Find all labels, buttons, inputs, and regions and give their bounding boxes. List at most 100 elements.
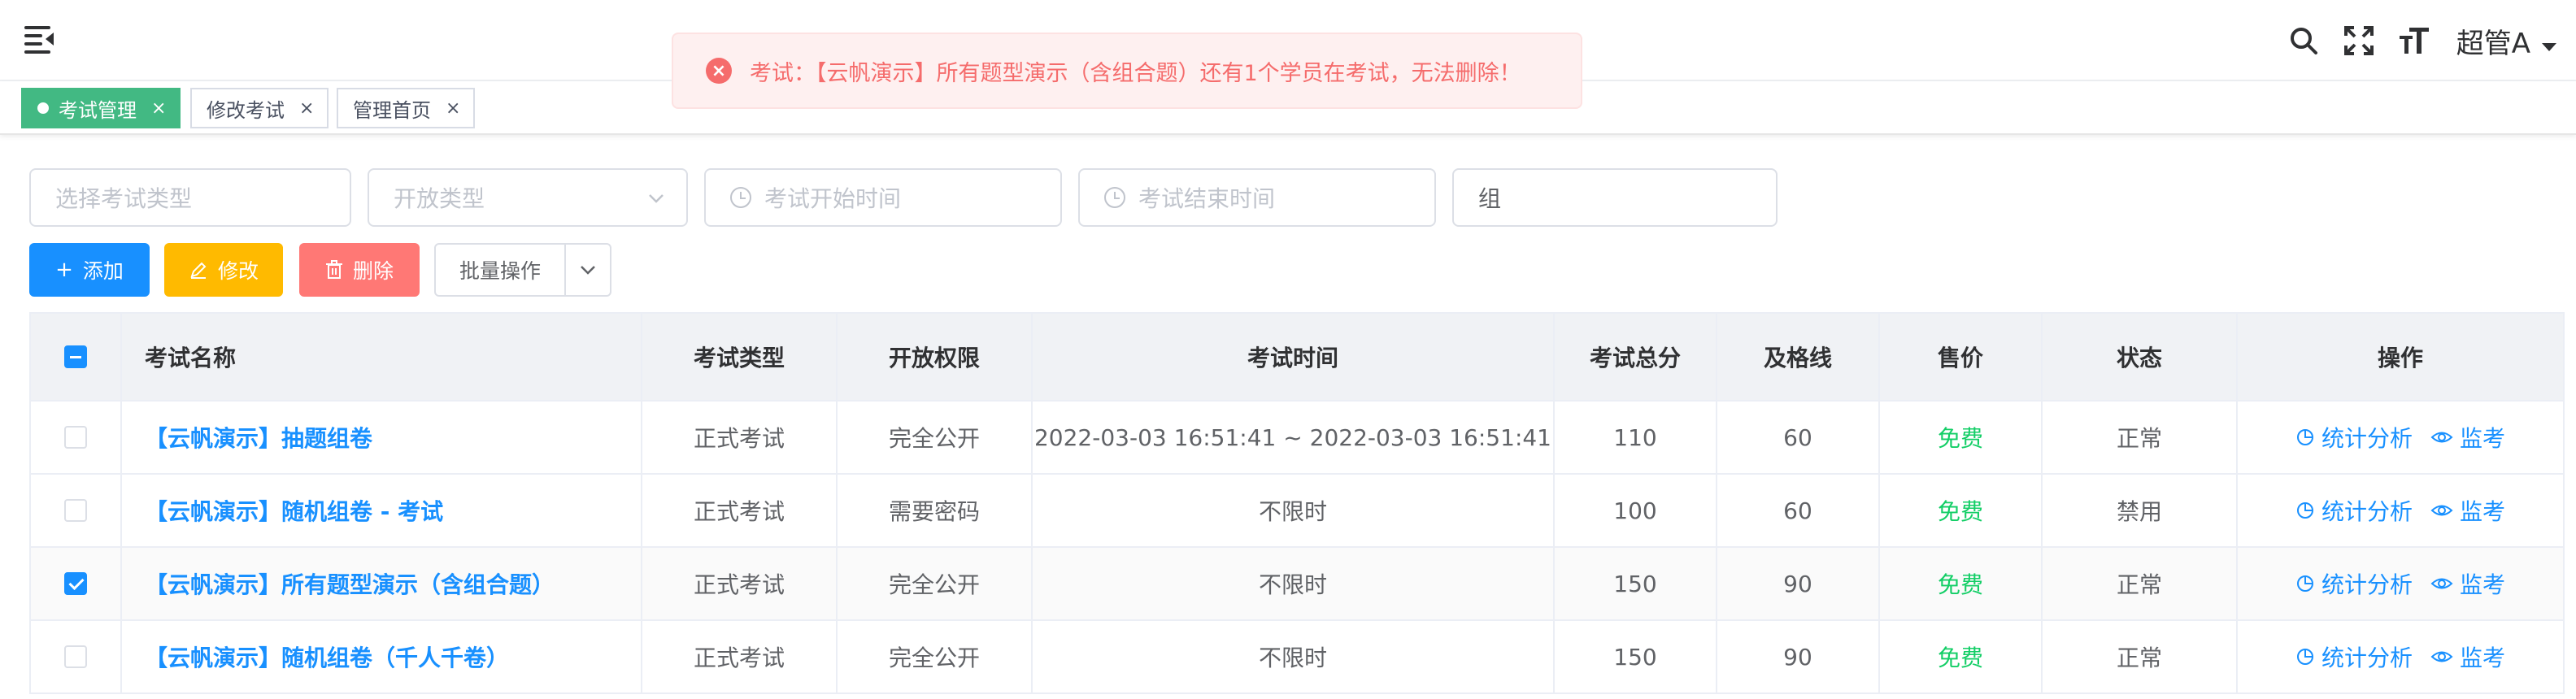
total-score-cell: 150 [1555,548,1717,619]
tag-admin-home[interactable]: 管理首页 × [337,88,476,128]
tag-label: 修改考试 [207,98,285,122]
exam-type-cell: 正式考试 [642,475,838,546]
proctor-button[interactable]: 监考 [2430,494,2505,527]
exam-time-cell: 不限时 [1033,621,1555,692]
caret-down-icon [2542,43,2556,51]
tag-exam-manage[interactable]: 考试管理 × [21,88,181,128]
column-header[interactable]: 考试名称 [122,314,642,400]
status-cell: 正常 [2043,621,2238,692]
end-time-picker[interactable]: 考试结束时间 [1078,168,1436,227]
table-row[interactable]: 【云帆演示】所有题型演示（含组合题） 正式考试 完全公开 不限时 150 90 … [31,548,2563,621]
exam-name-link[interactable]: 【云帆演示】所有题型演示（含组合题） [145,567,555,600]
table-row[interactable]: 【云帆演示】随机组卷 - 考试 正式考试 需要密码 不限时 100 60 免费 … [31,475,2563,548]
row-checkbox[interactable] [64,645,87,668]
table-row[interactable]: 【云帆演示】抽题组卷 正式考试 完全公开 2022-03-03 16:51:41… [31,402,2563,475]
row-checkbox[interactable] [64,499,87,522]
select-all-cell [31,314,122,400]
error-circle-icon: × [706,58,732,84]
fullscreen-icon[interactable] [2341,23,2377,59]
proctor-label: 监考 [2460,498,2506,525]
proctor-button[interactable]: 监考 [2430,640,2505,673]
price-cell: 免费 [1880,621,2043,692]
plus-icon: + [55,258,73,282]
edit-label: 修改 [217,259,259,283]
column-header[interactable]: 售价 [1880,314,2043,400]
start-time-picker[interactable]: 考试开始时间 [704,168,1062,227]
delete-label: 删除 [352,259,394,283]
eye-icon [2430,432,2453,443]
statistics-label: 统计分析 [2321,498,2413,525]
statistics-button[interactable]: 统计分析 [2295,494,2413,527]
statistics-button[interactable]: 统计分析 [2295,421,2413,454]
statistics-label: 统计分析 [2321,645,2413,671]
row-select-cell [31,621,122,692]
select-all-checkbox[interactable] [64,345,87,368]
close-icon[interactable]: × [446,98,460,119]
chevron-down-icon [649,194,664,203]
close-icon[interactable]: × [151,98,166,119]
tag-edit-exam[interactable]: 修改考试 × [190,88,329,128]
exam-name-link[interactable]: 【云帆演示】随机组卷（千人千卷） [145,640,509,673]
column-header[interactable]: 状态 [2043,314,2238,400]
proctor-button[interactable]: 监考 [2430,421,2505,454]
column-header[interactable]: 考试类型 [642,314,838,400]
batch-operation-button[interactable]: 批量操作 [436,245,566,295]
clock-icon [1104,187,1125,208]
status-cell: 正常 [2043,402,2238,473]
add-label: 添加 [82,259,124,283]
keyword-input[interactable]: 组 [1452,168,1778,227]
row-select-cell [31,548,122,619]
statistics-button[interactable]: 统计分析 [2295,640,2413,673]
actions-cell: 统计分析 监考 [2238,402,2563,473]
tag-label: 考试管理 [59,98,137,122]
total-score-cell: 110 [1555,402,1717,473]
statistics-button[interactable]: 统计分析 [2295,567,2413,600]
keyword-value: 组 [1478,185,1502,212]
proctor-button[interactable]: 监考 [2430,567,2505,600]
exam-name-cell: 【云帆演示】所有题型演示（含组合题） [122,548,642,619]
row-checkbox[interactable] [64,572,87,595]
active-dot-icon [37,102,49,114]
hamburger-icon[interactable] [24,24,54,54]
username: 超管A [2456,27,2530,60]
close-icon[interactable]: × [299,98,314,119]
eye-icon [2430,505,2453,516]
column-header[interactable]: 考试时间 [1033,314,1555,400]
row-checkbox[interactable] [64,426,87,449]
statistics-label: 统计分析 [2321,571,2413,598]
open-permission-cell: 完全公开 [838,548,1033,619]
statistics-label: 统计分析 [2321,425,2413,452]
actions-cell: 统计分析 监考 [2238,621,2563,692]
user-menu[interactable]: 超管A [2456,21,2556,61]
eye-icon [2430,578,2453,589]
exam-name-link[interactable]: 【云帆演示】随机组卷 - 考试 [145,494,443,527]
column-header[interactable]: 开放权限 [838,314,1033,400]
status-cell: 正常 [2043,548,2238,619]
batch-operation-toggle[interactable] [566,245,610,295]
pass-line-cell: 60 [1717,402,1880,473]
search-icon[interactable] [2286,23,2321,59]
clock-icon [730,187,751,208]
column-header[interactable]: 及格线 [1717,314,1880,400]
edit-button[interactable]: 修改 [164,243,283,297]
pie-chart-icon [2296,575,2313,592]
column-header[interactable]: 考试总分 [1555,314,1717,400]
proctor-label: 监考 [2460,425,2506,452]
pie-chart-icon [2296,502,2313,519]
exam-time-cell: 不限时 [1033,475,1555,546]
table-row[interactable]: 【云帆演示】随机组卷（千人千卷） 正式考试 完全公开 不限时 150 90 免费… [31,621,2563,694]
open-permission-cell: 完全公开 [838,621,1033,692]
delete-button[interactable]: 删除 [299,243,420,297]
status-cell: 禁用 [2043,475,2238,546]
exam-type-select[interactable]: 选择考试类型 [29,168,351,227]
exam-name-cell: 【云帆演示】随机组卷（千人千卷） [122,621,642,692]
exam-name-cell: 【云帆演示】抽题组卷 [122,402,642,473]
font-size-icon[interactable] [2396,23,2432,59]
pie-chart-icon [2296,649,2313,665]
add-button[interactable]: + 添加 [29,243,150,297]
exam-name-link[interactable]: 【云帆演示】抽题组卷 [145,421,372,454]
total-score-cell: 100 [1555,475,1717,546]
eye-icon [2430,651,2453,662]
navbar-right: 超管A [2266,18,2556,63]
open-type-select[interactable]: 开放类型 [368,168,688,227]
